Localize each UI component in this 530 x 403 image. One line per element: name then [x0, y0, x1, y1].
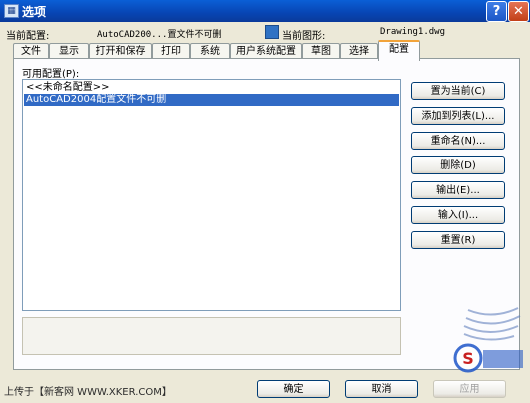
rename-button[interactable]: 重命名(N)... [411, 132, 505, 150]
tab-display[interactable]: 显示 [49, 43, 89, 59]
close-button[interactable]: ✕ [508, 1, 529, 22]
tab-selection[interactable]: 选择 [340, 43, 378, 59]
tab-open-save[interactable]: 打开和保存 [89, 43, 152, 59]
current-drawing-label: 当前图形: [282, 31, 326, 42]
list-item[interactable]: <<未命名配置>> [24, 82, 399, 94]
ok-button[interactable]: 确定 [257, 380, 330, 398]
available-profiles-label: 可用配置(P): [22, 69, 80, 80]
window-title: 选项 [22, 5, 47, 19]
upload-credit: 上传于【新客网 WWW.XKER.COM】 [4, 387, 172, 398]
tab-system[interactable]: 系统 [190, 43, 230, 59]
current-drawing-value: Drawing1.dwg [380, 27, 446, 37]
help-button[interactable]: ? [486, 1, 507, 22]
cancel-button[interactable]: 取消 [345, 380, 418, 398]
import-button[interactable]: 输入(I)... [411, 206, 505, 224]
reset-button[interactable]: 重置(R) [411, 231, 505, 249]
tab-profiles[interactable]: 配置 [378, 40, 420, 61]
tab-drafting[interactable]: 草图 [302, 43, 340, 59]
tab-files[interactable]: 文件 [13, 43, 49, 59]
current-profile-label: 当前配置: [6, 31, 50, 42]
list-item[interactable]: AutoCAD2004配置文件不可删 [24, 94, 399, 106]
current-profile-value: AutoCAD200...置文件不可删 [97, 30, 222, 40]
profiles-listbox[interactable]: <<未命名配置>> AutoCAD2004配置文件不可删 [22, 79, 401, 311]
add-to-list-button[interactable]: 添加到列表(L)... [411, 107, 505, 125]
profile-description-box [22, 317, 401, 355]
export-button[interactable]: 输出(E)... [411, 181, 505, 199]
set-current-button[interactable]: 置为当前(C) [411, 82, 505, 100]
drawing-icon [265, 25, 279, 39]
app-icon: ▦ [4, 4, 19, 18]
title-bar[interactable]: ▦ 选项 ? ✕ [0, 0, 530, 22]
apply-button: 应用 [433, 380, 506, 398]
tab-user-preferences[interactable]: 用户系统配置 [230, 43, 302, 59]
delete-button[interactable]: 删除(D) [411, 156, 505, 174]
tab-plot[interactable]: 打印 [152, 43, 190, 59]
